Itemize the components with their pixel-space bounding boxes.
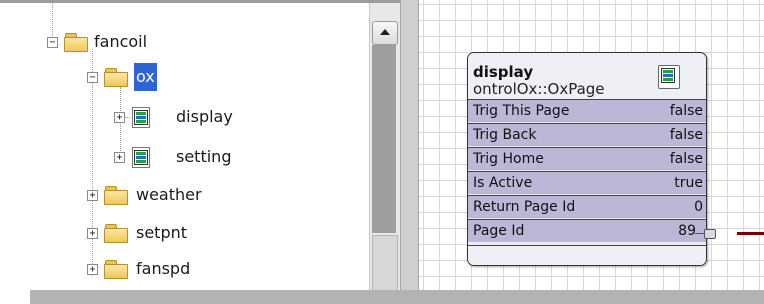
folder-icon	[104, 186, 128, 205]
slot-value: 0	[694, 199, 703, 215]
bottom-corner	[0, 290, 30, 304]
tree-item-fanspd[interactable]: + fanspd	[0, 255, 360, 283]
slot-trig-this-page[interactable]: Trig This Page false	[468, 99, 706, 122]
tree-item-setting[interactable]: + setting	[0, 143, 360, 171]
tree-item-label: fanspd	[136, 259, 191, 278]
slot-value: false	[669, 127, 703, 143]
expand-icon[interactable]: +	[87, 228, 98, 239]
tree-vertical-scrollbar[interactable]	[369, 3, 400, 290]
component-display[interactable]: display ontrolOx::OxPage Trig This Page …	[467, 52, 707, 266]
wire-sheet[interactable]: display ontrolOx::OxPage Trig This Page …	[419, 0, 764, 290]
expand-icon[interactable]: +	[114, 112, 125, 123]
slot-trig-home[interactable]: Trig Home false	[468, 147, 706, 170]
slot-return-page-id[interactable]: Return Page Id 0	[468, 195, 706, 218]
horizontal-scrollbar[interactable]	[30, 290, 764, 304]
component-name: display	[473, 63, 534, 81]
folder-icon	[64, 33, 88, 52]
scroll-up-button[interactable]	[372, 21, 398, 45]
slot-name: Trig Back	[473, 127, 537, 143]
component-type: ontrolOx::OxPage	[473, 80, 605, 98]
tree-item-weather[interactable]: + weather	[0, 181, 360, 209]
tree-item-fancoil[interactable]: − fancoil	[0, 28, 360, 56]
slot-name: Trig This Page	[473, 103, 570, 119]
slot-is-active[interactable]: Is Active true	[468, 171, 706, 194]
expand-icon[interactable]: +	[87, 190, 98, 201]
ox-page-icon	[132, 147, 150, 168]
tree-item-ox[interactable]: − ox	[0, 63, 360, 91]
slot-value: false	[669, 151, 703, 167]
link-knob[interactable]	[704, 229, 716, 239]
tree-item-label: fancoil	[94, 32, 148, 51]
collapse-icon[interactable]: −	[47, 37, 58, 48]
scroll-thumb[interactable]	[372, 235, 398, 290]
collapse-icon[interactable]: −	[87, 72, 98, 83]
expand-icon[interactable]: +	[114, 152, 125, 163]
arrow-up-icon	[380, 29, 390, 35]
folder-icon	[104, 224, 128, 243]
slot-trig-back[interactable]: Trig Back false	[468, 123, 706, 146]
tree-item-label: weather	[136, 185, 202, 204]
slot-page-id[interactable]: Page Id 89	[468, 219, 706, 242]
tree-item-label: setting	[176, 147, 232, 166]
slot-value: false	[669, 103, 703, 119]
tree-item-label: setpnt	[136, 223, 188, 242]
slot-name: Trig Home	[473, 151, 544, 167]
slot-name: Is Active	[473, 175, 533, 191]
ox-page-icon	[658, 65, 680, 89]
ox-page-icon	[132, 107, 150, 128]
folder-icon	[104, 260, 128, 279]
tree-item-setpnt[interactable]: + setpnt	[0, 219, 360, 247]
tree-item-label: ox	[134, 63, 157, 91]
tree-item-display[interactable]: + display	[0, 103, 360, 131]
slot-value: 89	[678, 223, 696, 239]
expand-icon[interactable]: +	[87, 264, 98, 275]
slot-name: Page Id	[473, 223, 525, 239]
slot-name: Return Page Id	[473, 199, 576, 215]
nav-tree: − fancoil − ox + display + setting + wea…	[0, 0, 400, 290]
scroll-track[interactable]	[372, 45, 396, 233]
component-header: display ontrolOx::OxPage	[468, 53, 706, 99]
component-footer	[468, 245, 706, 265]
pane-splitter[interactable]	[400, 0, 419, 290]
tree-top-border	[0, 0, 400, 3]
slot-value: true	[674, 175, 703, 191]
tree-item-label: display	[176, 107, 233, 126]
link-wire[interactable]	[737, 232, 764, 235]
folder-icon	[104, 68, 128, 87]
